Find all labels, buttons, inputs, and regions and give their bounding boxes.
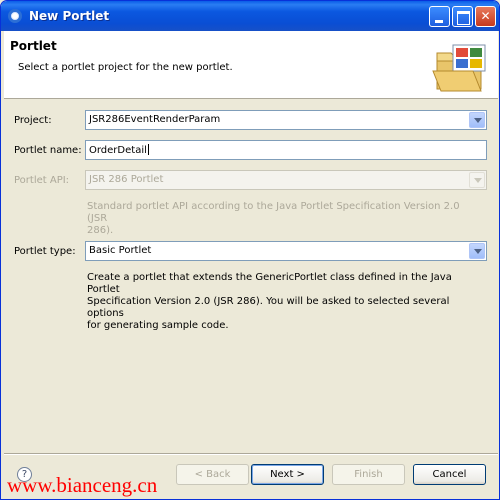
button-bar-separator [4,453,498,455]
portlet-type-description: Create a portlet that extends the Generi… [87,272,452,331]
project-label: Project: [14,115,52,126]
page-title: Portlet [10,39,57,53]
maximize-button[interactable] [452,6,473,27]
eclipse-icon [8,9,22,23]
next-button[interactable]: Next > [251,464,324,485]
new-portlet-wizard-icon [432,44,486,92]
portlet-api-select-value: JSR 286 Portlet [89,174,164,185]
minimize-button[interactable] [429,6,450,27]
dialog-window: New Portlet ✕ Portlet Select a portlet p… [0,0,500,500]
chevron-down-icon [469,172,485,188]
wizard-header: Portlet Select a portlet project for the… [4,31,498,99]
portlet-type-select[interactable]: Basic Portlet [85,241,487,261]
portlet-api-select: JSR 286 Portlet [85,170,487,190]
portlet-type-select-value: Basic Portlet [89,245,152,256]
cancel-button[interactable]: Cancel [413,464,486,485]
close-icon: ✕ [480,9,491,23]
portlet-name-label: Portlet name: [14,145,82,156]
project-select-value: JSR286EventRenderParam [89,114,221,125]
page-description: Select a portlet project for the new por… [18,62,233,73]
watermark-text: www.bianceng.cn [7,473,158,497]
portlet-name-value: OrderDetail [89,144,149,156]
finish-button: Finish [332,464,405,485]
window-title: New Portlet [29,9,110,23]
back-button: < Back [176,464,249,485]
portlet-type-label: Portlet type: [14,246,76,257]
chevron-down-icon[interactable] [469,112,485,128]
portlet-name-field[interactable]: OrderDetail [85,140,487,160]
portlet-api-label: Portlet API: [14,175,70,186]
title-bar[interactable]: New Portlet ✕ [1,1,499,31]
chevron-down-icon[interactable] [469,243,485,259]
close-button[interactable]: ✕ [475,6,496,27]
project-select[interactable]: JSR286EventRenderParam [85,110,487,130]
portlet-api-description: Standard portlet API according to the Ja… [87,201,460,236]
